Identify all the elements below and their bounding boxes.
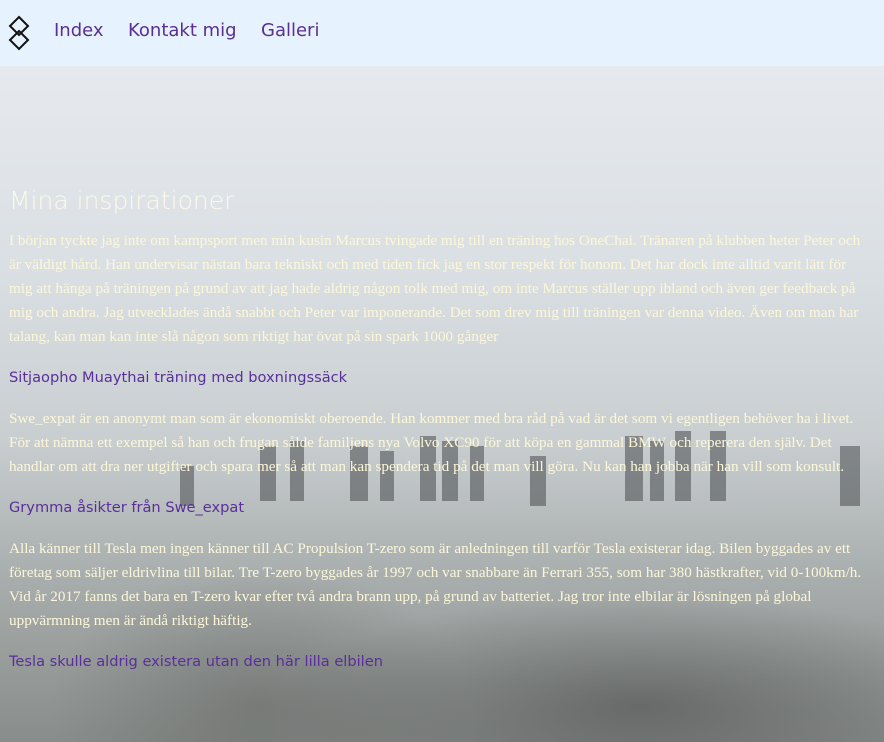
- nav-link-kontakt[interactable]: Kontakt mig: [128, 20, 237, 41]
- link-tesla-video[interactable]: Tesla skulle aldrig existera utan den hä…: [9, 653, 869, 670]
- nav-link-galleri[interactable]: Galleri: [261, 20, 319, 41]
- top-navbar: Index Kontakt mig Galleri: [0, 0, 884, 66]
- link-muaythai-video[interactable]: Sitjaopho Muaythai träning med boxningss…: [9, 369, 869, 386]
- paragraph-marcus: I början tyckte jag inte om kampsport me…: [9, 232, 861, 345]
- diamond-logo-icon[interactable]: [7, 15, 31, 51]
- link-swe-expat[interactable]: Grymma åsikter från Swe_expat: [9, 499, 869, 516]
- main-content: Mina inspirationer I början tyckte jag i…: [9, 186, 869, 670]
- paragraph-tesla: Alla känner till Tesla men ingen känner …: [9, 540, 862, 629]
- page-title: Mina inspirationer: [9, 186, 235, 215]
- nav-link-index[interactable]: Index: [54, 20, 104, 41]
- paragraph-swe-expat: Swe_expat är en anonymt man som är ekono…: [9, 410, 854, 475]
